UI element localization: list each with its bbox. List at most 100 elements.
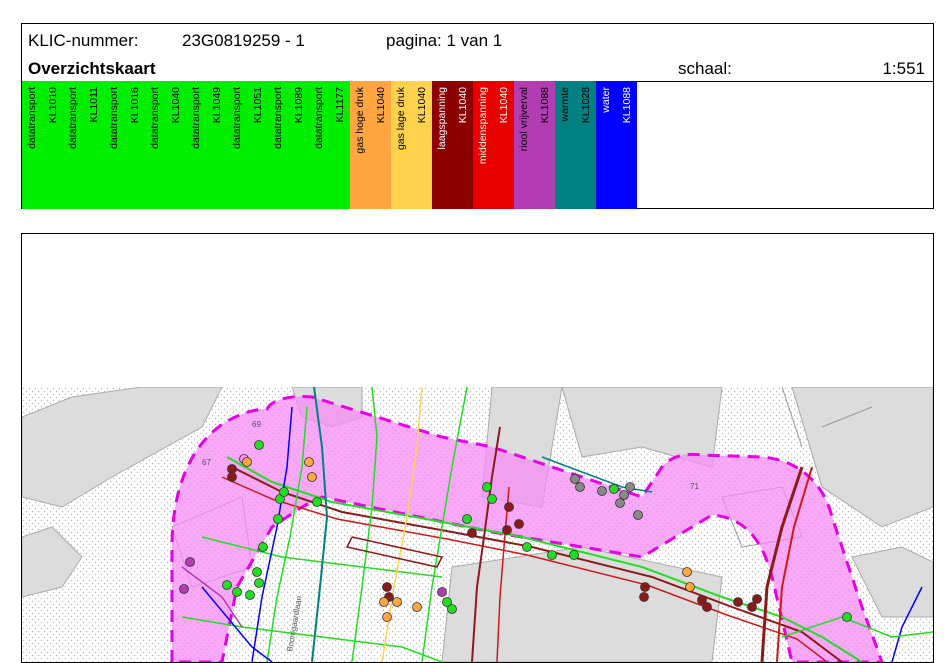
manhole-point: [702, 602, 712, 612]
legend-swatch-type: datatransport: [309, 81, 330, 209]
manhole-point: [254, 440, 264, 450]
legend-code-label: KL1089: [292, 87, 305, 124]
legend-swatch-code: KL1088: [534, 81, 555, 209]
manhole-point: [273, 514, 283, 524]
legend-swatch-type: datatransport: [22, 81, 43, 209]
legend-type-label: datatransport: [313, 87, 325, 149]
manhole-point: [570, 474, 580, 484]
legend-swatch-type: middenspanning: [473, 81, 494, 209]
manhole-point: [437, 587, 447, 597]
manhole-point: [245, 590, 255, 600]
manhole-point: [185, 557, 195, 567]
manhole-point: [382, 612, 392, 622]
legend-swatch-code: KL1040: [493, 81, 514, 209]
legend-swatch-code: KL1010: [42, 81, 63, 209]
manhole-point: [222, 580, 232, 590]
legend-type-label: laagspanning: [436, 87, 448, 150]
manhole-point: [447, 604, 457, 614]
manhole-point: [487, 494, 497, 504]
legend-swatch-type: datatransport: [63, 81, 84, 209]
legend-code-label: KL1011: [87, 87, 100, 123]
manhole-point: [609, 484, 619, 494]
legend-code-label: KL1028: [579, 87, 592, 124]
manhole-point: [625, 482, 635, 492]
manhole-point: [254, 578, 264, 588]
manhole-point: [382, 582, 392, 592]
klic-label: KLIC-nummer:: [28, 31, 139, 50]
manhole-point: [615, 498, 625, 508]
legend-swatch-code: KL1089: [288, 81, 309, 209]
map-header: KLIC-nummer: 23G0819259 - 1 pagina: 1 va…: [21, 23, 934, 209]
map-frame: Boomgaardlaan 69 67 71: [21, 233, 934, 663]
legend-swatch-code: KL1088: [616, 81, 637, 209]
manhole-point: [569, 550, 579, 560]
klic-number: 23G0819259 - 1: [182, 31, 305, 50]
legend-swatch-type: water: [596, 81, 617, 209]
legend-swatch-code: KL1040: [165, 81, 186, 209]
legend-swatch-type: gas lage druk: [391, 81, 412, 209]
manhole-point: [597, 486, 607, 496]
building-number-3: 71: [690, 482, 699, 491]
legend-swatch-code: KL1040: [411, 81, 432, 209]
manhole-point: [619, 490, 629, 500]
manhole-point: [522, 542, 532, 552]
scale-label: schaal:: [678, 59, 732, 78]
legend-code-label: KL1040: [497, 87, 510, 124]
manhole-point: [258, 542, 268, 552]
legend-swatch-code: KL1040: [452, 81, 473, 209]
page-info: pagina: 1 van 1: [386, 31, 503, 50]
legend-type-label: riool vrijverval: [518, 87, 530, 152]
legend-type-label: water: [600, 87, 612, 113]
manhole-point: [504, 502, 514, 512]
legend-code-label: KL1016: [128, 87, 141, 124]
building-number-2: 67: [202, 458, 211, 467]
legend-type-label: datatransport: [149, 87, 161, 149]
legend-type-label: datatransport: [67, 87, 79, 149]
legend-code-label: KL1040: [374, 87, 387, 124]
manhole-point: [279, 487, 289, 497]
legend-swatch-code: KL1040: [370, 81, 391, 209]
manhole-point: [462, 514, 472, 524]
building-number-1: 69: [252, 420, 261, 429]
legend-type-label: middenspanning: [477, 87, 489, 165]
legend-swatch-type: riool vrijverval: [514, 81, 535, 209]
legend-swatch-type: datatransport: [145, 81, 166, 209]
legend-type-label: datatransport: [108, 87, 120, 149]
manhole-point: [412, 602, 422, 612]
legend-code-label: KL1040: [415, 87, 428, 124]
manhole-point: [575, 482, 585, 492]
page-title: Overzichtskaart: [28, 59, 156, 78]
legend-swatch-type: laagspanning: [432, 81, 453, 209]
legend-code-label: KL1088: [538, 87, 551, 124]
manhole-point: [482, 482, 492, 492]
legend-swatch-code: KL1051: [247, 81, 268, 209]
manhole-point: [514, 519, 524, 529]
legend-type-label: datatransport: [272, 87, 284, 149]
legend-swatch-code: KL1177: [329, 81, 350, 209]
manhole-point: [307, 472, 317, 482]
manhole-point: [639, 592, 649, 602]
legend-type-label: gas hoge druk: [354, 87, 366, 154]
legend-type-label: warmte: [559, 87, 571, 122]
legend-swatch-code: KL1016: [124, 81, 145, 209]
manhole-point: [685, 582, 695, 592]
utility-map: Boomgaardlaan 69 67 71: [22, 387, 933, 662]
legend-type-label: datatransport: [190, 87, 202, 149]
legend-swatch-code: KL1011: [83, 81, 104, 209]
legend-swatch-type: datatransport: [268, 81, 289, 209]
legend-code-label: KL1010: [46, 87, 59, 124]
legend: datatransport KL1010 datatransport KL1011 da…: [22, 81, 637, 209]
legend-code-label: KL1040: [169, 87, 182, 124]
manhole-point: [467, 528, 477, 538]
manhole-point: [232, 587, 242, 597]
legend-swatch-code: KL1049: [206, 81, 227, 209]
manhole-point: [682, 567, 692, 577]
manhole-point: [842, 612, 852, 622]
manhole-point: [640, 582, 650, 592]
legend-swatch-type: datatransport: [186, 81, 207, 209]
legend-type-label: gas lage druk: [395, 87, 407, 151]
legend-type-label: datatransport: [231, 87, 243, 149]
manhole-point: [547, 550, 557, 560]
manhole-point: [227, 472, 237, 482]
manhole-point: [304, 457, 314, 467]
